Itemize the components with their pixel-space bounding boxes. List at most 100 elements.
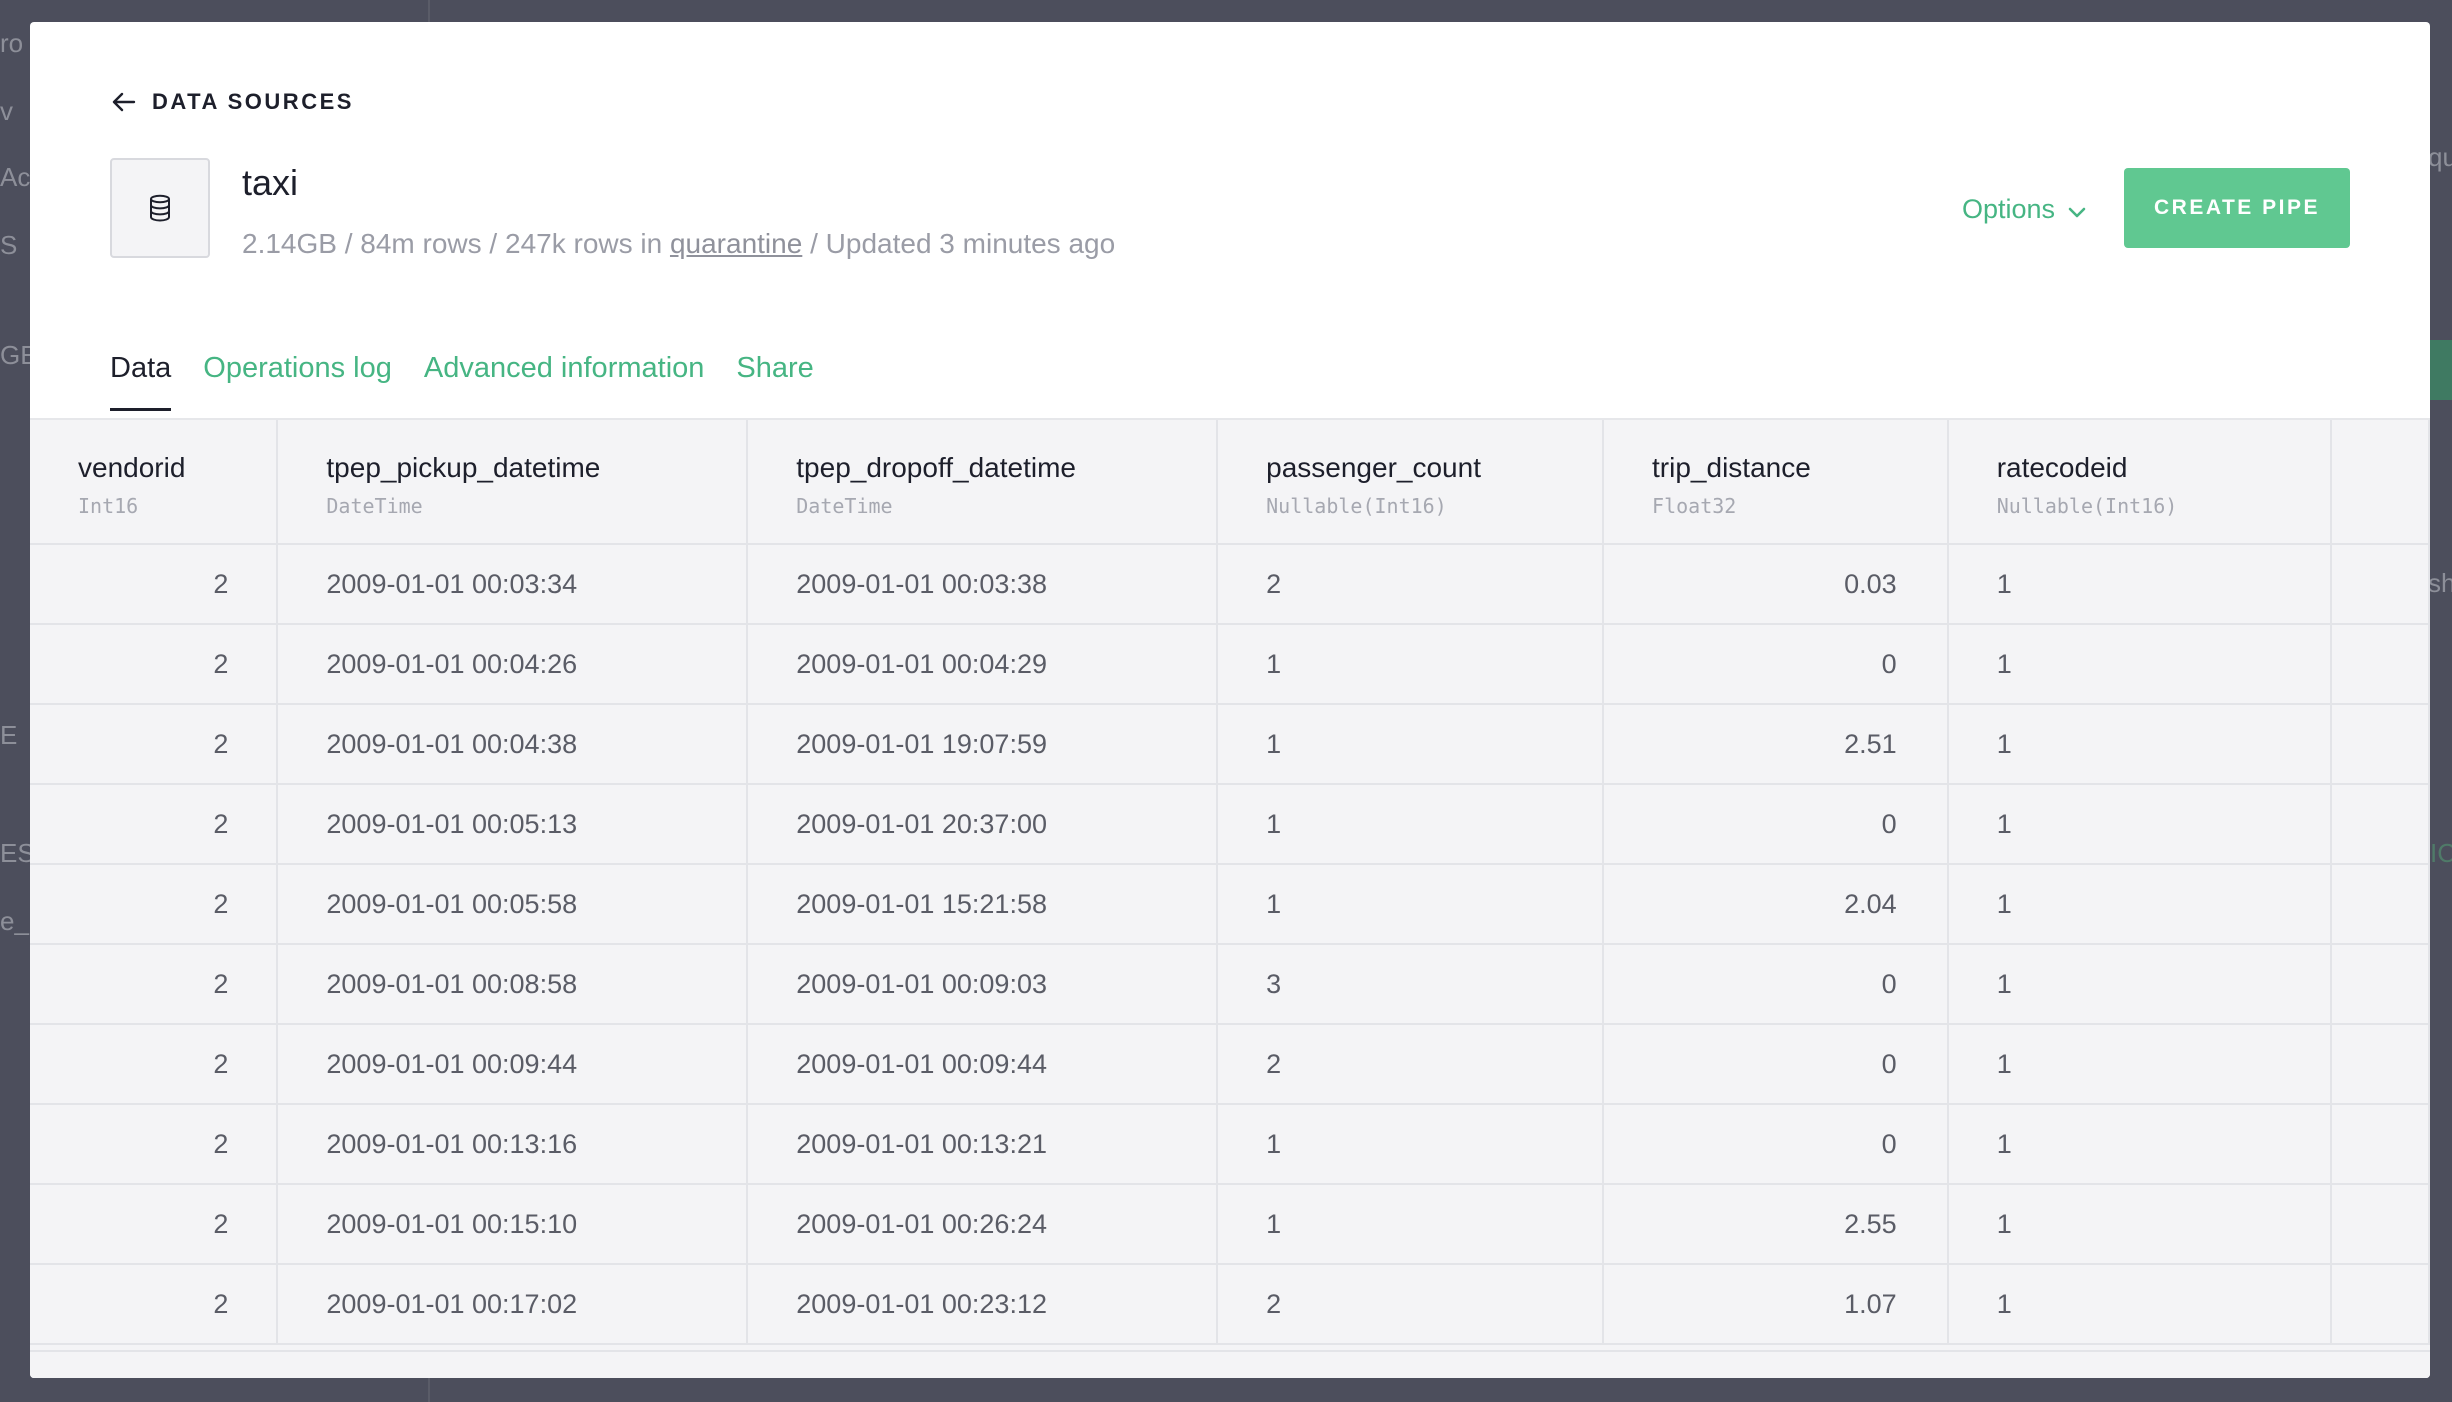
column-header-vendorid: vendorid Int16 xyxy=(30,420,279,545)
table-cell: 2 xyxy=(30,784,279,865)
table-cell: 2009-01-01 00:05:13 xyxy=(277,784,749,865)
back-link-label: DATA SOURCES xyxy=(152,89,354,114)
column-name: trip_distance xyxy=(1652,452,1811,483)
horizontal-scrollbar[interactable] xyxy=(30,1350,2430,1378)
background-text: ES xyxy=(0,838,30,868)
table-cell xyxy=(2330,1104,2430,1185)
table-cell: 2009-01-01 00:23:12 xyxy=(747,1264,1219,1345)
datasource-updated: / Updated 3 minutes ago xyxy=(802,228,1116,259)
table-row[interactable]: 2 2009-01-01 00:05:58 2009-01-01 15:21:58 1… xyxy=(30,864,2430,945)
table-cell: 1 xyxy=(1217,624,1605,705)
datasource-stats: 2.14GB / 84m rows / 247k rows in xyxy=(242,228,670,259)
table-row[interactable]: 2 2009-01-01 00:17:02 2009-01-01 00:23:12 2… xyxy=(30,1264,2430,1345)
background-text: E xyxy=(0,720,18,750)
column-header-tpep-pickup-datetime: tpep_pickup_datetime DateTime xyxy=(277,420,749,545)
column-name: tpep_dropoff_datetime xyxy=(796,452,1076,483)
background-text: Ac xyxy=(0,162,30,192)
table-row[interactable]: 2 2009-01-01 00:09:44 2009-01-01 00:09:44 2… xyxy=(30,1024,2430,1105)
table-cell xyxy=(2330,944,2430,1025)
datasource-meta: 2.14GB / 84m rows / 247k rows in quarant… xyxy=(242,228,1115,260)
chevron-down-icon xyxy=(2068,207,2086,217)
back-to-data-sources-link[interactable]: DATA SOURCES xyxy=(110,88,354,116)
table-cell xyxy=(2330,544,2430,625)
column-header-partial xyxy=(2330,420,2430,545)
table-row[interactable]: 2 2009-01-01 00:08:58 2009-01-01 00:09:03 3… xyxy=(30,944,2430,1025)
table-cell: 1 xyxy=(1947,1024,2332,1105)
table-cell: 1 xyxy=(1947,624,2332,705)
table-row[interactable]: 2 2009-01-01 00:04:26 2009-01-01 00:04:29 1… xyxy=(30,624,2430,705)
table-cell: 1 xyxy=(1947,864,2332,945)
table-body: 2 2009-01-01 00:03:34 2009-01-01 00:03:38 2… xyxy=(30,544,2430,1345)
table-cell: 1 xyxy=(1947,544,2332,625)
table-cell: 2009-01-01 00:04:38 xyxy=(277,704,749,785)
column-header-tpep-dropoff-datetime: tpep_dropoff_datetime DateTime xyxy=(747,420,1219,545)
table-cell xyxy=(2330,1184,2430,1265)
table-cell: 2009-01-01 00:08:58 xyxy=(277,944,749,1025)
table-cell: 2009-01-01 00:15:10 xyxy=(277,1184,749,1265)
table-cell: 2009-01-01 00:13:21 xyxy=(747,1104,1219,1185)
table-cell: 2 xyxy=(30,1024,279,1105)
arrow-left-icon xyxy=(112,92,136,112)
tab-advanced-information[interactable]: Advanced information xyxy=(424,352,705,411)
table-cell xyxy=(2330,1024,2430,1105)
table-cell xyxy=(2330,704,2430,785)
table-cell: 2009-01-01 00:09:03 xyxy=(747,944,1219,1025)
tab-bar: Data Operations log Advanced information… xyxy=(110,352,814,411)
quarantine-link[interactable]: quarantine xyxy=(670,228,802,260)
column-type: Nullable(Int16) xyxy=(1996,494,2178,518)
column-header-trip-distance: trip_distance Float32 xyxy=(1603,420,1949,545)
table-row[interactable]: 2 2009-01-01 00:05:13 2009-01-01 20:37:00 1… xyxy=(30,784,2430,865)
table-cell: 0 xyxy=(1603,624,1949,705)
table-cell: 2009-01-01 20:37:00 xyxy=(747,784,1219,865)
options-dropdown[interactable]: Options xyxy=(1962,194,2087,225)
column-header-ratecodeid: ratecodeid Nullable(Int16) xyxy=(1947,420,2332,545)
table-cell: 2 xyxy=(1217,1264,1605,1345)
table-cell: 1 xyxy=(1217,864,1605,945)
table-cell: 2 xyxy=(30,544,279,625)
table-cell xyxy=(2330,1264,2430,1345)
table-cell: 1 xyxy=(1217,784,1605,865)
table-cell: 2 xyxy=(30,1184,279,1265)
table-cell: 1 xyxy=(1217,1104,1605,1185)
table-cell: 1.07 xyxy=(1603,1264,1949,1345)
options-label: Options xyxy=(1962,194,2056,224)
table-cell: 0.03 xyxy=(1603,544,1949,625)
background-text: GE xyxy=(0,340,30,370)
table-cell: 0 xyxy=(1603,1024,1949,1105)
datasource-title: taxi xyxy=(242,162,299,203)
table-cell: 3 xyxy=(1217,944,1605,1025)
table-row[interactable]: 2 2009-01-01 00:13:16 2009-01-01 00:13:21 1… xyxy=(30,1104,2430,1185)
background-text: IC xyxy=(2430,838,2452,868)
table-row[interactable]: 2 2009-01-01 00:03:34 2009-01-01 00:03:38 2… xyxy=(30,544,2430,625)
tab-operations-log[interactable]: Operations log xyxy=(203,352,392,411)
table-cell: 2009-01-01 00:09:44 xyxy=(747,1024,1219,1105)
table-cell: 2 xyxy=(30,1264,279,1345)
tab-share[interactable]: Share xyxy=(736,352,813,411)
table-row[interactable]: 2 2009-01-01 00:15:10 2009-01-01 00:26:24 1… xyxy=(30,1184,2430,1265)
tab-data[interactable]: Data xyxy=(110,352,172,411)
table-cell: 1 xyxy=(1947,1264,2332,1345)
column-name: ratecodeid xyxy=(1996,452,2128,483)
column-name: vendorid xyxy=(78,452,186,483)
table-cell: 2009-01-01 00:04:29 xyxy=(747,624,1219,705)
table-cell xyxy=(2330,624,2430,705)
table-cell: 2 xyxy=(1217,544,1605,625)
table-cell: 2009-01-01 00:04:26 xyxy=(277,624,749,705)
database-icon xyxy=(150,194,170,222)
table-cell: 2009-01-01 00:09:44 xyxy=(277,1024,749,1105)
create-pipe-button[interactable]: CREATE PIPE xyxy=(2124,168,2350,248)
table-cell: 1 xyxy=(1947,1184,2332,1265)
table-cell: 1 xyxy=(1217,1184,1605,1265)
column-header-passenger-count: passenger_count Nullable(Int16) xyxy=(1217,420,1605,545)
column-type: Nullable(Int16) xyxy=(1266,494,1447,518)
data-table-container[interactable]: vendorid Int16 tpep_pickup_datetime Date… xyxy=(30,418,2430,1378)
background-text: e_ xyxy=(0,906,29,936)
column-type: DateTime xyxy=(796,494,893,518)
table-cell: 2009-01-01 00:03:34 xyxy=(277,544,749,625)
table-cell: 2 xyxy=(30,1104,279,1185)
table-cell: 0 xyxy=(1603,1104,1949,1185)
table-row[interactable]: 2 2009-01-01 00:04:38 2009-01-01 19:07:59 1… xyxy=(30,704,2430,785)
table-cell: 1 xyxy=(1947,1104,2332,1185)
column-name: passenger_count xyxy=(1266,452,1481,483)
table-cell: 2.04 xyxy=(1603,864,1949,945)
